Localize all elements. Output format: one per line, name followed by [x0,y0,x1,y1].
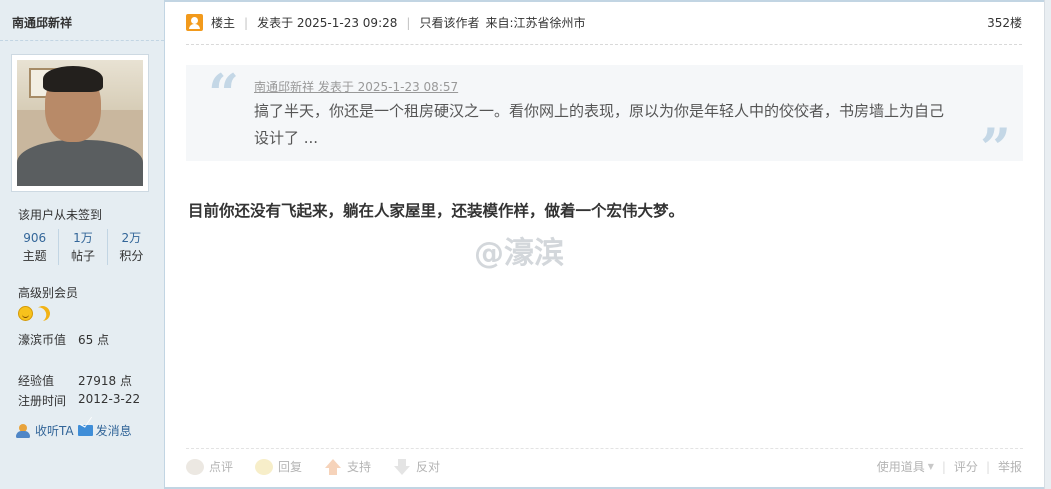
op-icon [186,14,203,31]
post-header: 楼主 | 发表于 2025-1-23 09:28 | 只看该作者 来自:江苏省徐… [186,14,1022,31]
op-label: 楼主 [211,16,236,30]
post-location: 来自:江苏省徐州市 [485,16,586,30]
rate-button[interactable]: 评分 [954,458,978,475]
post-actions: 点评 回复 支持 反对 使用道具 ▼ | 评分 | 举报 [186,458,1022,475]
reg-row: 注册时间 2012-3-22 [18,392,140,409]
comment-label: 点评 [209,460,234,474]
comment-button[interactable]: 点评 [186,458,233,475]
quote-text: 搞了半天，你还是一个租房硬汉之一。看你网上的表现，原以为你是年轻人中的佼佼者，书… [254,102,945,147]
comment-icon [186,458,204,475]
rank-icons [18,306,50,321]
post-tools: 使用道具 ▼ | 评分 | 举报 [876,458,1022,475]
stat-posts[interactable]: 1万 帖子 [58,229,106,265]
send-message-button[interactable]: 发消息 [77,422,132,439]
divider [186,448,1023,449]
quote-block: “ 南通邱新祥 发表于 2025-1-23 08:57 搞了半天，你还是一个租房… [186,62,1023,175]
smiley-icon [18,306,33,321]
report-button[interactable]: 举报 [998,458,1022,475]
post-message: 目前你还没有飞起来，躺在人家屋里，还装模作样，做着一个宏伟大梦。 [188,201,685,220]
coins-label: 濠滨币值 [18,333,67,347]
post-time: 发表于 2025-1-23 09:28 [257,16,398,30]
user-rank[interactable]: 高级别会员 [18,284,78,301]
author-actions: 收听TA 发消息 [16,422,132,439]
stat-value[interactable]: 906 [11,229,58,247]
oppose-button[interactable]: 反对 [393,458,440,475]
reply-icon [255,458,274,475]
coins-row: 濠滨币值 65 点 [18,331,109,348]
chevron-down-icon: ▼ [927,462,934,471]
stat-points[interactable]: 2万 积分 [106,229,155,265]
user-stats: 906 主题 1万 帖子 2万 积分 [11,229,155,265]
page-scrollbar-edge [1044,0,1051,489]
moon-icon [33,304,52,323]
author-panel: 南通邱新祥 该用户从未签到 906 主题 1万 帖子 2万 积分 高级别会员 濠… [0,0,165,489]
floor-number[interactable]: 352楼 [987,14,1022,31]
stat-value[interactable]: 2万 [108,229,155,247]
signin-status: 该用户从未签到 [18,208,103,222]
follow-button[interactable]: 收听TA [16,422,74,439]
exp-label: 经验值 [18,374,55,388]
follow-icon [16,423,32,438]
oppose-label: 反对 [416,460,441,474]
quote-source-link[interactable]: 南通邱新祥 发表于 2025-1-23 08:57 [254,78,458,95]
reg-value: 2012-3-22 [78,392,141,406]
mail-icon [77,425,93,436]
exp-value: 27918 点 [78,374,132,388]
quote-close-icon: ” [979,116,1011,180]
avatar[interactable] [11,54,149,192]
divider [0,40,164,41]
reg-label: 注册时间 [18,394,67,408]
reply-label: 回复 [278,460,303,474]
stat-label: 积分 [119,249,144,263]
use-tools-dropdown[interactable]: 使用道具 ▼ [877,458,934,475]
quote-open-icon: “ [208,62,240,126]
support-label: 支持 [347,460,372,474]
coins-value: 65 点 [78,333,110,347]
stat-threads[interactable]: 906 主题 [11,229,58,265]
watermark: @濠滨 [474,236,564,271]
only-author-link[interactable]: 只看该作者 [419,14,479,31]
support-button[interactable]: 支持 [324,458,371,475]
follow-label: 收听TA [35,424,74,438]
post-content-area: 楼主 | 发表于 2025-1-23 09:28 | 只看该作者 来自:江苏省徐… [166,0,1043,489]
thumb-down-icon [393,458,411,475]
avatar-image [17,60,143,186]
reply-button[interactable]: 回复 [255,458,302,475]
stat-label: 帖子 [70,249,95,263]
author-name-link[interactable]: 南通邱新祥 [12,14,72,31]
message-label: 发消息 [95,424,132,438]
stat-value[interactable]: 1万 [59,229,106,247]
stat-label: 主题 [22,249,47,263]
divider [186,44,1022,45]
thumb-up-icon [324,458,342,475]
exp-row: 经验值 27918 点 [18,372,132,389]
tools-label: 使用道具 [876,460,925,474]
